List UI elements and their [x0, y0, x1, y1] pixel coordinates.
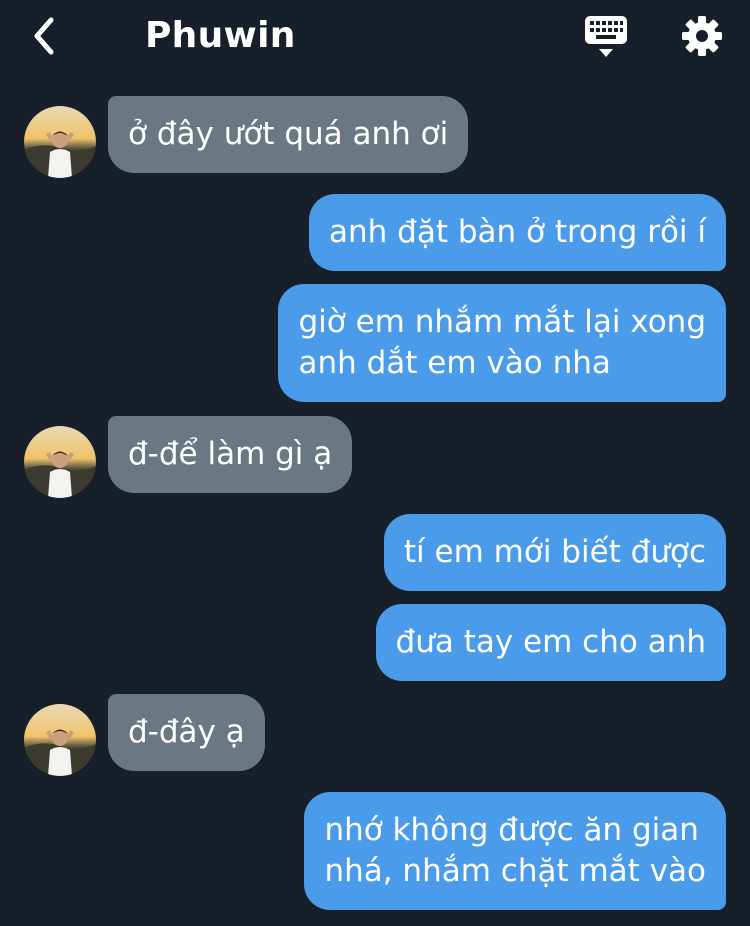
message-text-line: nhá, nhắm chặt mắt vào [324, 853, 706, 889]
message-bubble-outgoing[interactable]: đưa tay em cho anh [375, 604, 726, 681]
message-text-line: giờ em nhắm mắt lại xong [298, 304, 706, 340]
message-text: đưa tay em cho anh [395, 624, 706, 660]
avatar[interactable] [24, 704, 96, 776]
message-bubble-incoming[interactable]: đ-đây ạ [108, 694, 265, 771]
message-bubble-outgoing[interactable]: anh đặt bàn ở trong rồi í [309, 194, 726, 271]
message-bubble-outgoing[interactable]: nhớ không được ăn gian nhá, nhắm chặt mắ… [304, 792, 726, 910]
message-text: đ-đây ạ [128, 714, 245, 750]
message-text-line: anh dắt em vào nha [298, 345, 611, 381]
contact-photo-icon [24, 106, 96, 178]
message-text-line: nhớ không được ăn gian [324, 812, 699, 848]
message-bubble-incoming[interactable]: ở đây ướt quá anh ơi [108, 96, 469, 173]
message-text: anh đặt bàn ở trong rồi í [329, 214, 706, 250]
contact-photo-icon [24, 426, 96, 498]
message-text: tí em mới biết được [403, 534, 706, 570]
message-bubble-outgoing[interactable]: tí em mới biết được [383, 514, 726, 591]
avatar[interactable] [24, 426, 96, 498]
contact-photo-icon [24, 704, 96, 776]
message-list[interactable]: ở đây ướt quá anh ơi anh đặt bàn ở trong… [0, 0, 750, 926]
message-text: đ-để làm gì ạ [128, 436, 333, 472]
message-bubble-outgoing[interactable]: giờ em nhắm mắt lại xong anh dắt em vào … [278, 284, 726, 402]
avatar[interactable] [24, 106, 96, 178]
message-bubble-incoming[interactable]: đ-để làm gì ạ [108, 416, 353, 493]
message-text: ở đây ướt quá anh ơi [128, 116, 449, 152]
